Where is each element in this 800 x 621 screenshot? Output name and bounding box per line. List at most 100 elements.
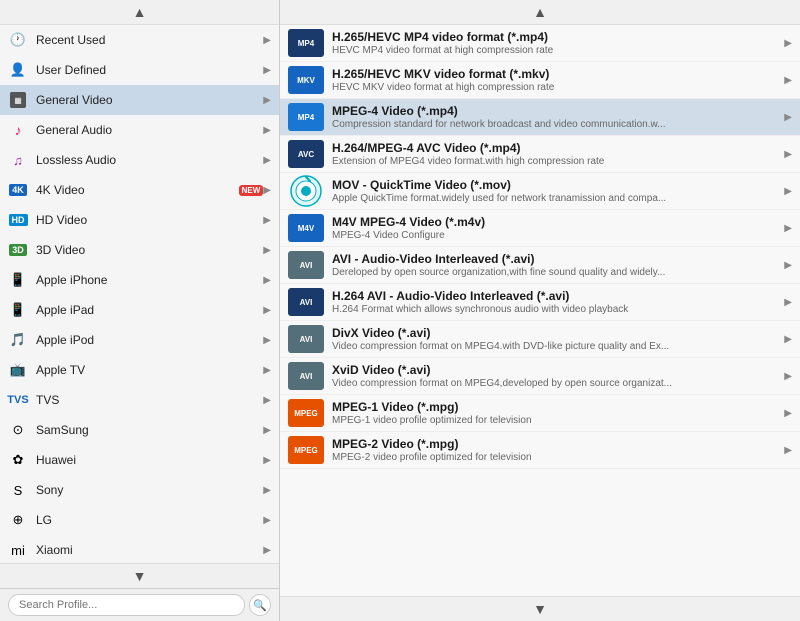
left-item-label: Apple iPad [36, 303, 263, 317]
right-item-h265-mp4[interactable]: MP4 H.265/HEVC MP4 video format (*.mp4) … [280, 25, 800, 62]
search-button[interactable]: 🔍 [249, 594, 271, 616]
format-icon: MP4 [288, 103, 324, 131]
left-item-label: Apple iPod [36, 333, 263, 347]
right-item-mpeg1[interactable]: MPEG MPEG-1 Video (*.mpg) MPEG-1 video p… [280, 395, 800, 432]
submenu-arrow: ▶ [784, 260, 792, 271]
right-scroll-up[interactable]: ▲ [280, 0, 800, 25]
format-desc: Video compression format on MPEG4,develo… [332, 378, 762, 389]
left-item-4k-video[interactable]: 4K 4K Video NEW ▶ [0, 175, 279, 205]
format-title: XviD Video (*.avi) [332, 363, 780, 377]
left-scroll-down[interactable]: ▼ [0, 563, 279, 588]
right-item-inner: AVI DivX Video (*.avi) Video compression… [288, 325, 792, 353]
submenu-arrow: ▶ [263, 275, 271, 286]
right-item-mpeg2[interactable]: MPEG MPEG-2 Video (*.mpg) MPEG-2 video p… [280, 432, 800, 469]
left-item-label: General Audio [36, 123, 263, 137]
format-desc: Video compression format on MPEG4.with D… [332, 341, 762, 352]
left-item-general-audio[interactable]: ♪ General Audio ▶ [0, 115, 279, 145]
format-icon: MPEG [288, 436, 324, 464]
left-item-xiaomi[interactable]: mi Xiaomi ▶ [0, 535, 279, 563]
format-title: DivX Video (*.avi) [332, 326, 780, 340]
format-desc: MPEG-1 video profile optimized for telev… [332, 415, 762, 426]
search-input[interactable] [8, 594, 245, 616]
submenu-arrow: ▶ [263, 515, 271, 526]
left-item-label: SamSung [36, 423, 263, 437]
submenu-arrow: ▶ [263, 245, 271, 256]
right-item-h265-mkv[interactable]: MKV H.265/HEVC MKV video format (*.mkv) … [280, 62, 800, 99]
left-item-sony[interactable]: S Sony ▶ [0, 475, 279, 505]
submenu-arrow: ▶ [263, 155, 271, 166]
left-item-apple-ipad[interactable]: 📱 Apple iPad ▶ [0, 295, 279, 325]
right-list: MP4 H.265/HEVC MP4 video format (*.mp4) … [280, 25, 800, 596]
format-text: MOV - QuickTime Video (*.mov) Apple Quic… [332, 178, 780, 204]
left-scroll-up[interactable]: ▲ [0, 0, 279, 25]
left-panel: ▲ 🕐 Recent Used ▶ 👤 User Defined ▶ ▦ Gen… [0, 0, 280, 621]
right-item-mpeg4-mp4[interactable]: MP4 MPEG-4 Video (*.mp4) Compression sta… [280, 99, 800, 136]
left-item-hd-video[interactable]: HD HD Video ▶ [0, 205, 279, 235]
format-desc: HEVC MP4 video format at high compressio… [332, 45, 762, 56]
format-title: MPEG-2 Video (*.mpg) [332, 437, 780, 451]
format-title: MOV - QuickTime Video (*.mov) [332, 178, 780, 192]
left-item-huawei[interactable]: ✿ Huawei ▶ [0, 445, 279, 475]
format-icon: AVI [288, 325, 324, 353]
submenu-arrow: ▶ [784, 297, 792, 308]
right-item-inner: MKV H.265/HEVC MKV video format (*.mkv) … [288, 66, 792, 94]
left-item-apple-tv[interactable]: 📺 Apple TV ▶ [0, 355, 279, 385]
submenu-arrow: ▶ [263, 35, 271, 46]
left-item-general-video[interactable]: ▦ General Video ▶ [0, 85, 279, 115]
left-item-label: TVS [36, 393, 263, 407]
left-item-label: Xiaomi [36, 543, 263, 557]
left-list: 🕐 Recent Used ▶ 👤 User Defined ▶ ▦ Gener… [0, 25, 279, 563]
format-text: H.264 AVI - Audio-Video Interleaved (*.a… [332, 289, 780, 315]
right-item-inner: MPEG MPEG-2 Video (*.mpg) MPEG-2 video p… [288, 436, 792, 464]
right-item-m4v[interactable]: M4V M4V MPEG-4 Video (*.m4v) MPEG-4 Vide… [280, 210, 800, 247]
left-item-lossless-audio[interactable]: ♫ Lossless Audio ▶ [0, 145, 279, 175]
lg-icon: ⊕ [8, 510, 28, 530]
format-title: M4V MPEG-4 Video (*.m4v) [332, 215, 780, 229]
general-video-icon: ▦ [8, 90, 28, 110]
left-item-apple-ipod[interactable]: 🎵 Apple iPod ▶ [0, 325, 279, 355]
format-title: MPEG-1 Video (*.mpg) [332, 400, 780, 414]
samsung-icon: ⊙ [8, 420, 28, 440]
new-badge: NEW [239, 185, 264, 196]
submenu-arrow: ▶ [784, 38, 792, 49]
apple-tv-icon: 📺 [8, 360, 28, 380]
right-item-divx[interactable]: AVI DivX Video (*.avi) Video compression… [280, 321, 800, 358]
format-icon: AVI [288, 288, 324, 316]
right-item-h264-avi[interactable]: AVI H.264 AVI - Audio-Video Interleaved … [280, 284, 800, 321]
left-item-3d-video[interactable]: 3D 3D Video ▶ [0, 235, 279, 265]
right-item-xvid[interactable]: AVI XviD Video (*.avi) Video compression… [280, 358, 800, 395]
left-item-recent-used[interactable]: 🕐 Recent Used ▶ [0, 25, 279, 55]
right-scroll-down[interactable]: ▼ [280, 596, 800, 621]
left-item-user-defined[interactable]: 👤 User Defined ▶ [0, 55, 279, 85]
format-icon: MPEG [288, 399, 324, 427]
submenu-arrow: ▶ [784, 75, 792, 86]
left-item-label: LG [36, 513, 263, 527]
format-desc: HEVC MKV video format at high compressio… [332, 82, 762, 93]
format-desc: Extension of MPEG4 video format.with hig… [332, 156, 762, 167]
left-item-apple-iphone[interactable]: 📱 Apple iPhone ▶ [0, 265, 279, 295]
apple-ipod-icon: 🎵 [8, 330, 28, 350]
left-item-samsung[interactable]: ⊙ SamSung ▶ [0, 415, 279, 445]
submenu-arrow: ▶ [784, 408, 792, 419]
right-panel: ▲ MP4 H.265/HEVC MP4 video format (*.mp4… [280, 0, 800, 621]
left-item-tvs[interactable]: TVS TVS ▶ [0, 385, 279, 415]
left-item-label: Lossless Audio [36, 153, 263, 167]
general-audio-icon: ♪ [8, 120, 28, 140]
right-item-avi[interactable]: AVI AVI - Audio-Video Interleaved (*.avi… [280, 247, 800, 284]
right-item-mov[interactable]: MOV - QuickTime Video (*.mov) Apple Quic… [280, 173, 800, 210]
format-icon: AVI [288, 251, 324, 279]
format-text: MPEG-1 Video (*.mpg) MPEG-1 video profil… [332, 400, 780, 426]
right-item-inner: AVI XviD Video (*.avi) Video compression… [288, 362, 792, 390]
format-title: AVI - Audio-Video Interleaved (*.avi) [332, 252, 780, 266]
tvs-icon: TVS [8, 390, 28, 410]
right-item-inner: AVI H.264 AVI - Audio-Video Interleaved … [288, 288, 792, 316]
submenu-arrow: ▶ [263, 65, 271, 76]
right-item-h264-mp4[interactable]: AVC H.264/MPEG-4 AVC Video (*.mp4) Exten… [280, 136, 800, 173]
search-bar: 🔍 [0, 588, 279, 621]
3d-video-icon: 3D [8, 240, 28, 260]
format-desc: H.264 Format which allows synchronous au… [332, 304, 762, 315]
left-item-label: Apple iPhone [36, 273, 263, 287]
left-item-lg[interactable]: ⊕ LG ▶ [0, 505, 279, 535]
format-desc: Apple QuickTime format.widely used for n… [332, 193, 762, 204]
format-text: MPEG-2 Video (*.mpg) MPEG-2 video profil… [332, 437, 780, 463]
